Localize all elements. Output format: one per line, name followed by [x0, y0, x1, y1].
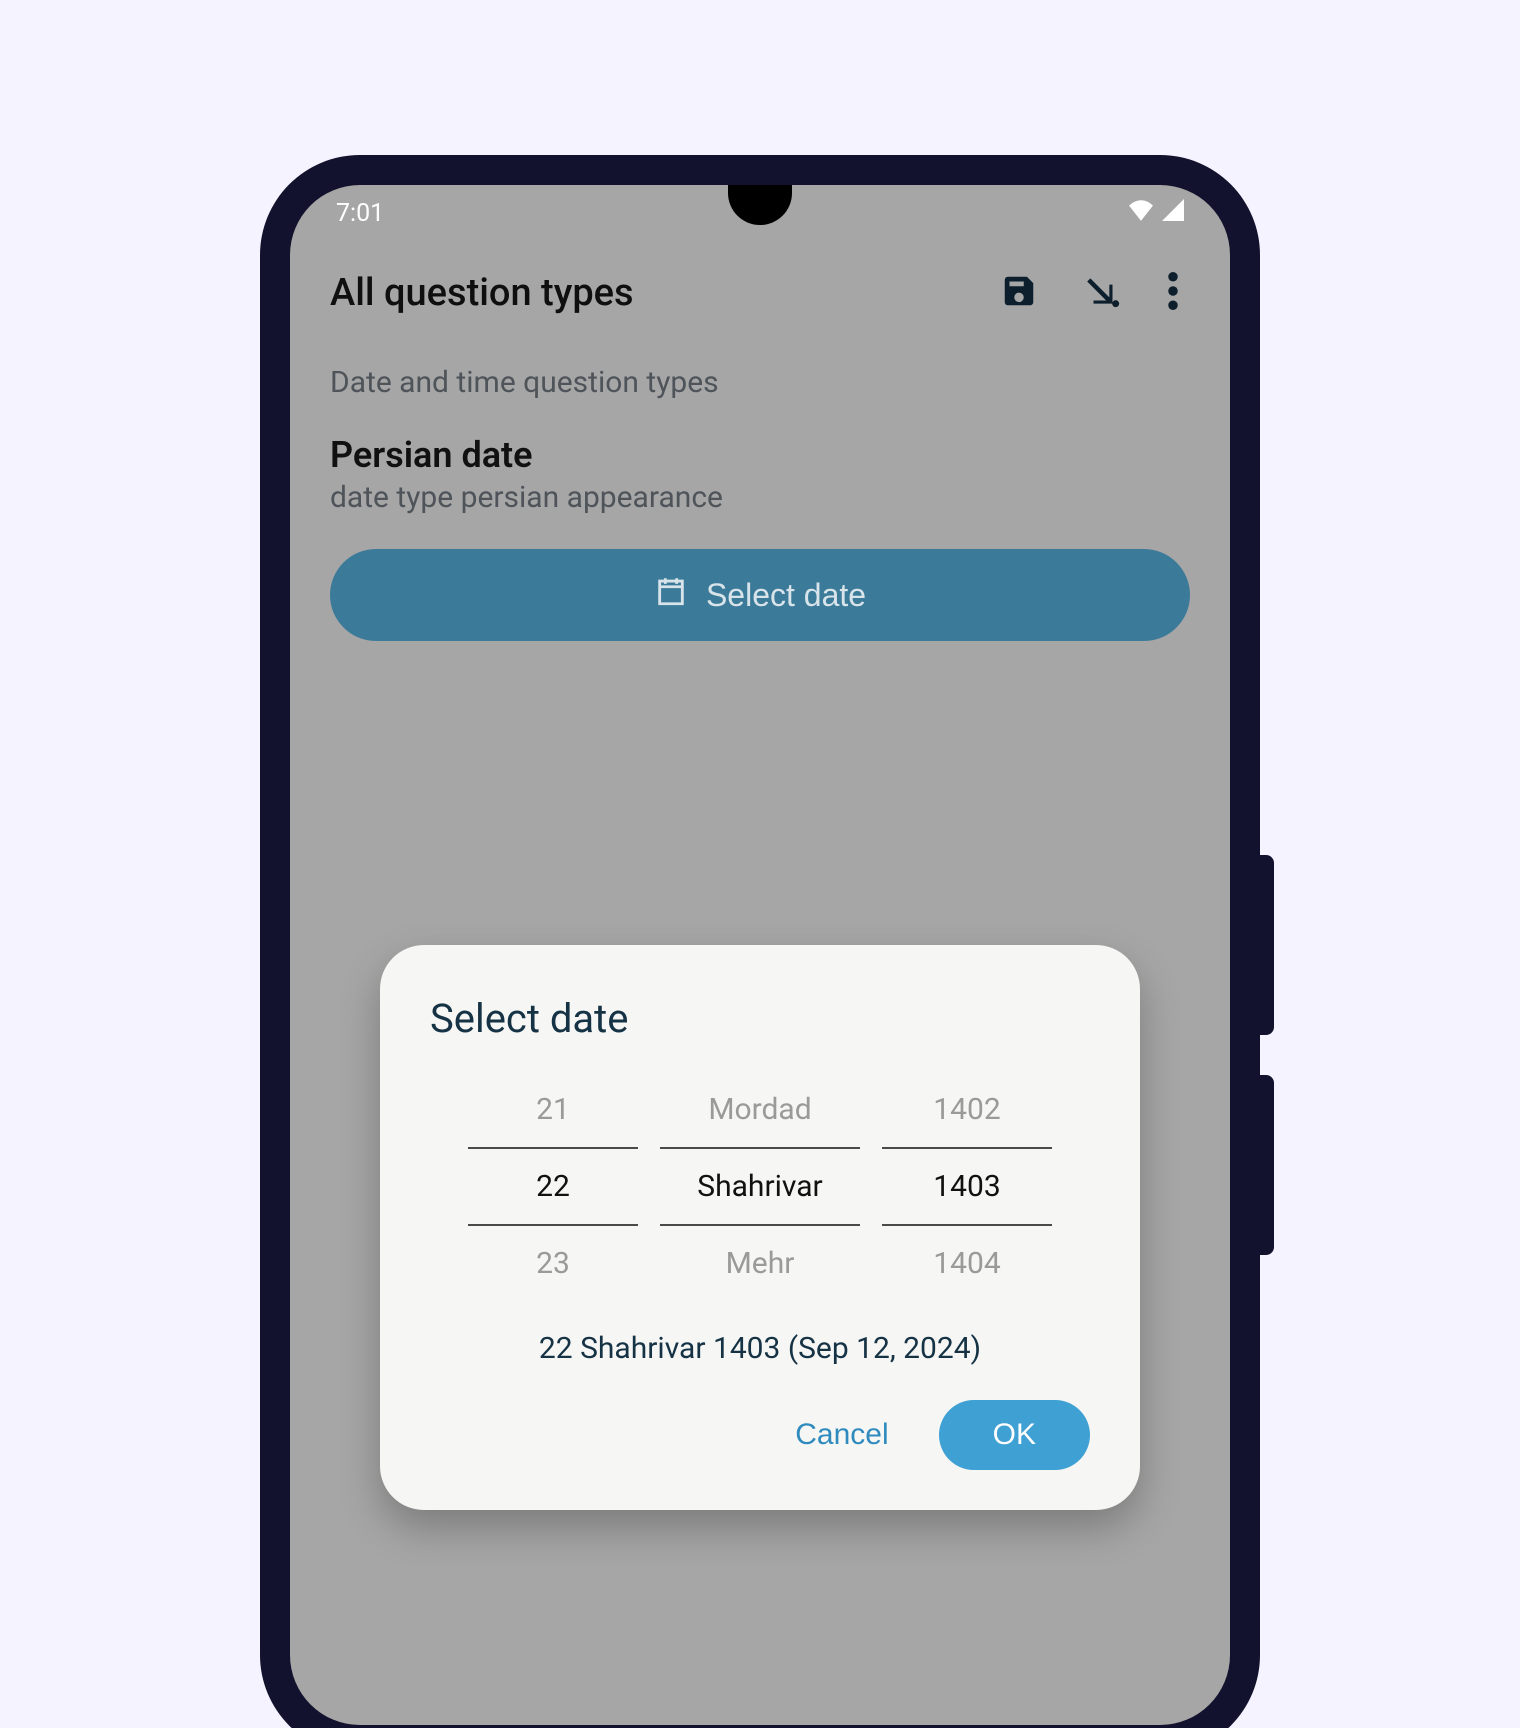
dialog-title: Select date — [430, 995, 1090, 1042]
app-header: All question types — [290, 241, 1230, 325]
phone-frame: 7:01 All question types — [260, 155, 1260, 1728]
save-icon[interactable] — [1000, 272, 1038, 314]
question-title: Persian date — [330, 434, 1190, 476]
year-next[interactable]: 1404 — [882, 1226, 1052, 1301]
cancel-button[interactable]: Cancel — [785, 1404, 898, 1466]
month-current[interactable]: Shahrivar — [660, 1147, 860, 1226]
day-prev[interactable]: 21 — [468, 1072, 638, 1147]
kebab-menu-icon[interactable] — [1168, 272, 1178, 314]
select-date-button[interactable]: Select date — [330, 549, 1190, 641]
volume-up-button[interactable] — [1260, 855, 1274, 1035]
question-hint: date type persian appearance — [330, 480, 1190, 515]
month-spinner[interactable]: Mordad Shahrivar Mehr — [660, 1072, 860, 1301]
month-prev[interactable]: Mordad — [660, 1072, 860, 1147]
wifi-icon — [1128, 199, 1154, 228]
month-next[interactable]: Mehr — [660, 1226, 860, 1301]
jump-icon[interactable] — [1084, 272, 1122, 314]
page-title: All question types — [330, 271, 634, 315]
day-next[interactable]: 23 — [468, 1226, 638, 1301]
cell-signal-icon — [1160, 199, 1184, 228]
calendar-icon — [654, 574, 688, 616]
year-spinner[interactable]: 1402 1403 1404 — [882, 1072, 1052, 1301]
selected-date-text: 22 Shahrivar 1403 (Sep 12, 2024) — [430, 1331, 1090, 1366]
section-caption: Date and time question types — [330, 365, 1190, 400]
volume-down-button[interactable] — [1260, 1075, 1274, 1255]
year-prev[interactable]: 1402 — [882, 1072, 1052, 1147]
status-time: 7:01 — [336, 199, 384, 228]
year-current[interactable]: 1403 — [882, 1147, 1052, 1226]
date-picker-dialog: Select date 21 22 23 Mordad Shahrivar Me… — [380, 945, 1140, 1510]
screen: 7:01 All question types — [290, 185, 1230, 1725]
day-current[interactable]: 22 — [468, 1147, 638, 1226]
select-date-label: Select date — [706, 577, 866, 614]
day-spinner[interactable]: 21 22 23 — [468, 1072, 638, 1301]
ok-button[interactable]: OK — [939, 1400, 1090, 1470]
